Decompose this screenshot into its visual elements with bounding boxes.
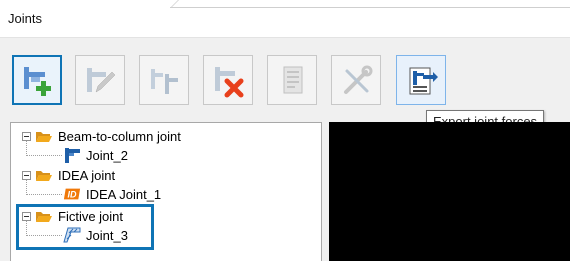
delete-joint-button[interactable] [203,55,253,105]
copy-joint-button[interactable] [139,55,189,105]
folder-open-icon [36,131,52,142]
tools-icon [344,65,373,94]
settings-button[interactable] [331,55,381,105]
tree-connector [26,194,62,195]
copy-joint-icon [151,69,178,94]
tree-group-label: Beam-to-column joint [58,128,181,144]
tree-group-label: IDEA joint [58,167,116,183]
new-joint-button[interactable] [12,55,62,105]
export-forces-icon [409,67,438,95]
idea-badge-text: ID [68,190,78,200]
tree-item-joint-2[interactable]: Joint_2 [63,146,128,164]
tree-group-idea-joint[interactable]: IDEA joint [22,166,115,184]
edit-joint-icon [87,68,116,93]
add-joint-icon [24,67,51,96]
tree-connector [26,155,62,156]
highlight-frame [16,204,154,250]
delete-joint-icon [215,67,244,98]
collapse-icon[interactable] [22,131,31,141]
edit-joint-button[interactable] [75,55,125,105]
window-title: Joints [8,11,42,26]
report-button[interactable] [267,55,317,105]
idea-joint-icon: ID [63,188,81,200]
collapse-icon[interactable] [22,170,31,180]
tree-item-label: Joint_2 [86,147,128,163]
window-titlebar: Joints [0,0,570,38]
export-joint-forces-button[interactable] [396,55,446,105]
tree-item-label: IDEA Joint_1 [86,186,162,202]
tab-strip-edge [170,0,570,8]
report-icon [283,66,303,94]
tree-group-beam-to-column[interactable]: Beam-to-column joint [22,127,181,145]
beam-column-joint-icon [65,148,80,163]
folder-open-icon [36,170,52,181]
3d-view-canvas[interactable] [329,122,570,261]
tree-item-idea-joint-1[interactable]: ID IDEA Joint_1 [63,185,161,203]
